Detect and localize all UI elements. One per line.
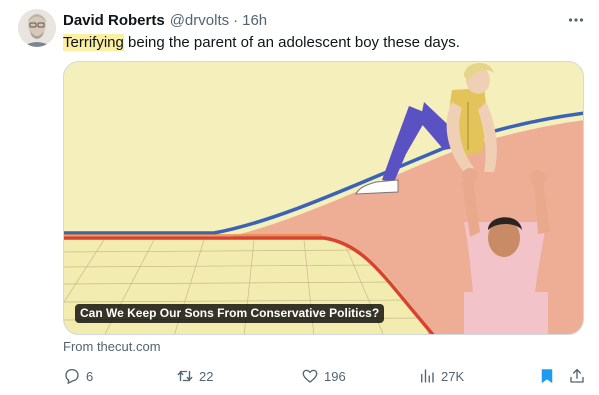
bookmark-button[interactable] [538,364,556,388]
author-handle[interactable]: @drvolts [170,12,229,29]
reply-count: 6 [86,368,94,384]
views-icon [421,369,434,383]
heart-icon [302,369,318,383]
repost-button[interactable]: 22 [176,364,213,388]
link-card[interactable]: Can We Keep Our Sons From Conservative P… [63,61,584,335]
action-bar: 6 22 196 27K [63,364,588,388]
share-button[interactable] [568,364,586,388]
avatar-image [18,9,56,47]
more-horizontal-icon [568,18,584,22]
highlighted-word: Terrifying [63,34,124,51]
tweet-text: Terrifying being the parent of an adoles… [63,33,460,53]
reply-button[interactable]: 6 [63,364,93,388]
author-name[interactable]: David Roberts [63,12,165,29]
card-title: Can We Keep Our Sons From Conservative P… [75,304,385,323]
card-source[interactable]: From thecut.com [63,339,161,354]
repost-icon [177,370,193,382]
timestamp[interactable]: 16h [242,12,267,29]
more-options-button[interactable] [566,10,586,30]
reply-icon [65,368,79,385]
share-icon [570,368,584,383]
like-button[interactable]: 196 [301,364,346,388]
avatar[interactable] [18,9,56,47]
card-illustration [64,62,583,334]
tweet[interactable]: David Roberts @drvolts · 16h Terrifying … [0,0,599,395]
separator-dot: · [233,11,239,29]
tweet-header: David Roberts @drvolts · 16h [63,10,267,30]
like-count: 196 [324,368,346,384]
views-count: 27K [441,368,465,384]
bookmark-icon [541,369,553,384]
tweet-text-rest: being the parent of an adolescent boy th… [123,34,460,51]
views-button[interactable]: 27K [418,364,464,388]
repost-count: 22 [199,368,214,384]
